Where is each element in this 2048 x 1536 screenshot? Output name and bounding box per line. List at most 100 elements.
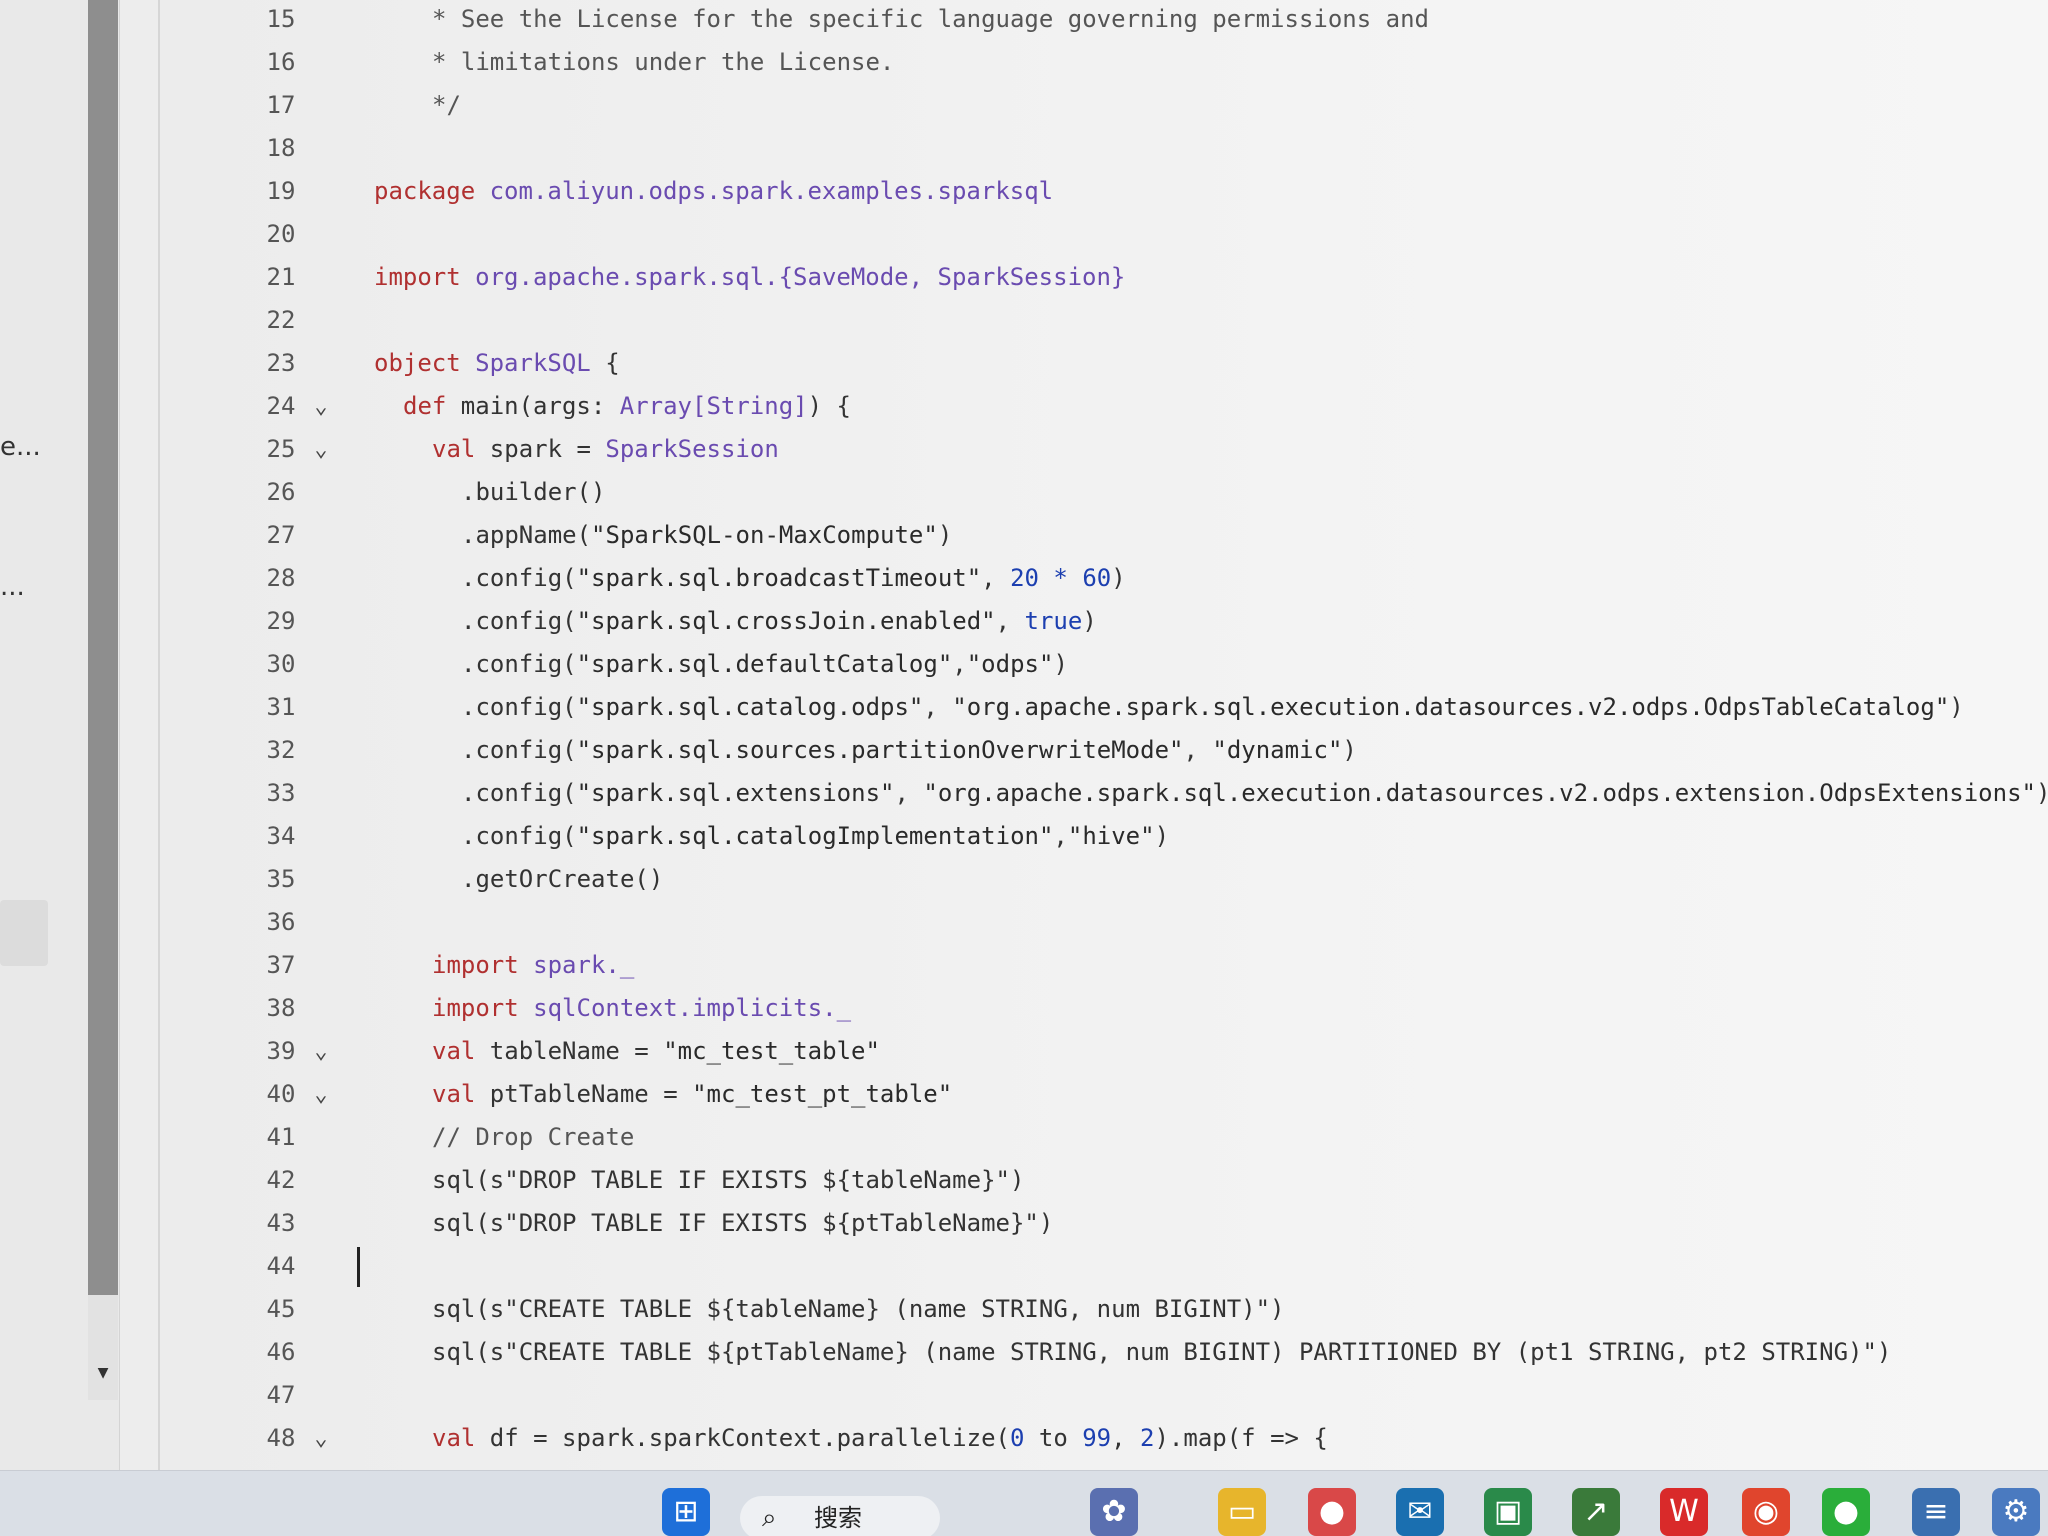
code-token: * See the License for the specific langu… xyxy=(432,5,1429,33)
chart-app-icon[interactable]: ↗ xyxy=(1572,1488,1620,1536)
line-number: 38 xyxy=(266,994,296,1022)
windows-start-icon[interactable]: ⊞ xyxy=(662,1488,710,1536)
code-token: to xyxy=(1024,1424,1083,1452)
code-line[interactable]: 24 ⌄ def main(args: Array[String]) { xyxy=(160,385,2048,428)
code-line[interactable]: 47 xyxy=(160,1374,2048,1417)
code-token: sql(s"DROP TABLE IF EXISTS ${ptTableName… xyxy=(432,1209,1054,1237)
code-token: "mc_test_pt_table" xyxy=(692,1080,953,1108)
code-line[interactable]: 44 xyxy=(160,1245,2048,1288)
code-line[interactable]: 36 xyxy=(160,901,2048,944)
code-line[interactable]: 32 .config("spark.sql.sources.partitionOv… xyxy=(160,729,2048,772)
code-token: , xyxy=(952,650,967,678)
code-text: */ xyxy=(432,84,461,127)
code-token: def xyxy=(403,392,461,420)
search-icon: ⌕ xyxy=(762,1503,777,1533)
code-token: ) xyxy=(1949,693,1964,721)
code-token: , xyxy=(923,693,953,721)
line-number: 22 xyxy=(266,306,296,334)
widget-icon[interactable]: ✿ xyxy=(1090,1488,1138,1536)
line-number: 37 xyxy=(266,951,296,979)
code-text: import sqlContext.implicits._ xyxy=(432,987,851,1030)
code-token: .config( xyxy=(461,779,577,807)
wps-icon[interactable]: W xyxy=(1660,1488,1708,1536)
fold-chevron-icon[interactable]: ⌄ xyxy=(306,428,336,471)
code-token: tableName = xyxy=(489,1037,664,1065)
line-number: 45 xyxy=(266,1295,296,1323)
code-text: object SparkSQL { xyxy=(374,342,620,385)
code-line[interactable]: 22 xyxy=(160,299,2048,342)
code-line[interactable]: 33 .config("spark.sql.extensions", "org.a… xyxy=(160,772,2048,815)
code-line[interactable]: 19 package com.aliyun.odps.spark.examples… xyxy=(160,170,2048,213)
code-line[interactable]: 48 ⌄ val df = spark.sparkContext.paralleli… xyxy=(160,1417,2048,1460)
code-line[interactable]: 16 * limitations under the License. xyxy=(160,41,2048,84)
code-line[interactable]: 27 .appName("SparkSQL-on-MaxCompute") xyxy=(160,514,2048,557)
code-text: .config("spark.sql.catalog.odps", "org.a… xyxy=(461,686,1964,729)
code-line[interactable]: 45 sql(s"CREATE TABLE ${tableName} (name … xyxy=(160,1288,2048,1331)
code-editor[interactable]: 15 * See the License for the specific lan… xyxy=(160,0,2048,1470)
code-line[interactable]: 41 // Drop Create xyxy=(160,1116,2048,1159)
line-number: 35 xyxy=(266,865,296,893)
line-number: 33 xyxy=(266,779,296,807)
code-line[interactable]: 15 * See the License for the specific lan… xyxy=(160,0,2048,41)
wechat-icon[interactable]: ● xyxy=(1822,1488,1870,1536)
code-token: */ xyxy=(432,91,461,119)
code-token: true xyxy=(1024,607,1083,635)
code-line[interactable]: 18 xyxy=(160,127,2048,170)
code-token: ) xyxy=(937,521,953,549)
code-line[interactable]: 34 .config("spark.sql.catalogImplementati… xyxy=(160,815,2048,858)
code-token: df = spark.sparkContext.parallelize( xyxy=(489,1424,1010,1452)
code-text: // Drop Create xyxy=(432,1116,634,1159)
code-text: sql(s"CREATE TABLE ${tableName} (name ST… xyxy=(432,1288,1285,1331)
code-line[interactable]: 43 sql(s"DROP TABLE IF EXISTS ${ptTableNa… xyxy=(160,1202,2048,1245)
sidebar-scrollbar-thumb[interactable] xyxy=(88,0,118,1295)
sidebar-item-truncated-2[interactable]: ... xyxy=(0,572,25,602)
fold-chevron-icon[interactable]: ⌄ xyxy=(306,1073,336,1116)
code-token: "dynamic" xyxy=(1212,736,1343,764)
settings-icon[interactable]: ⚙ xyxy=(1992,1488,2040,1536)
code-token: ) xyxy=(2036,779,2048,807)
code-line[interactable]: 17 */ xyxy=(160,84,2048,127)
fold-chevron-icon[interactable]: ⌄ xyxy=(306,1030,336,1073)
code-text: * See the License for the specific langu… xyxy=(432,0,1429,41)
sidebar-selected-item[interactable] xyxy=(0,900,48,966)
code-token: "spark.sql.extensions" xyxy=(576,779,895,807)
line-number: 17 xyxy=(266,91,296,119)
code-text: def main(args: Array[String]) { xyxy=(403,385,851,428)
code-token: "odps" xyxy=(966,650,1054,678)
code-line[interactable]: 37 import spark._ xyxy=(160,944,2048,987)
code-text: sql(s"DROP TABLE IF EXISTS ${tableName}"… xyxy=(432,1159,1024,1202)
code-line[interactable]: 42 sql(s"DROP TABLE IF EXISTS ${tableName… xyxy=(160,1159,2048,1202)
code-token: sqlContext.implicits._ xyxy=(533,994,852,1022)
pycharm-icon[interactable]: ▣ xyxy=(1484,1488,1532,1536)
code-text: val tableName = "mc_test_table" xyxy=(432,1030,880,1073)
code-token: "org.apache.spark.sql.execution.datasour… xyxy=(952,693,1950,721)
pin-app-icon[interactable]: ● xyxy=(1308,1488,1356,1536)
code-line[interactable]: 40 ⌄ val ptTableName = "mc_test_pt_table" xyxy=(160,1073,2048,1116)
code-line[interactable]: 23 object SparkSQL { xyxy=(160,342,2048,385)
line-number: 26 xyxy=(266,478,296,506)
fold-chevron-icon[interactable]: ⌄ xyxy=(306,385,336,428)
fold-chevron-icon[interactable]: ⌄ xyxy=(306,1417,336,1460)
code-line[interactable]: 21 import org.apache.spark.sql.{SaveMode,… xyxy=(160,256,2048,299)
line-number: 42 xyxy=(266,1166,296,1194)
scroll-down-arrow-icon[interactable]: ▼ xyxy=(90,1362,116,1386)
file-explorer-icon[interactable]: ▭ xyxy=(1218,1488,1266,1536)
line-number: 47 xyxy=(266,1381,296,1409)
code-line[interactable]: 30 .config("spark.sql.defaultCatalog","od… xyxy=(160,643,2048,686)
code-line[interactable]: 46 sql(s"CREATE TABLE ${ptTableName} (nam… xyxy=(160,1331,2048,1374)
code-line[interactable]: 20 xyxy=(160,213,2048,256)
code-line[interactable]: 25 ⌄ val spark = SparkSession xyxy=(160,428,2048,471)
notepad-icon[interactable]: ≡ xyxy=(1912,1488,1960,1536)
code-line[interactable]: 31 .config("spark.sql.catalog.odps", "org… xyxy=(160,686,2048,729)
code-line[interactable]: 38 import sqlContext.implicits._ xyxy=(160,987,2048,1030)
code-token: ptTableName = xyxy=(489,1080,693,1108)
code-line[interactable]: 28 .config("spark.sql.broadcastTimeout", … xyxy=(160,557,2048,600)
sidebar-item-truncated-1[interactable]: e... xyxy=(0,432,41,462)
mail-app-icon[interactable]: ✉ xyxy=(1396,1488,1444,1536)
code-line[interactable]: 35 .getOrCreate() xyxy=(160,858,2048,901)
code-line[interactable]: 29 .config("spark.sql.crossJoin.enabled",… xyxy=(160,600,2048,643)
code-line[interactable]: 39 ⌄ val tableName = "mc_test_table" xyxy=(160,1030,2048,1073)
code-line[interactable]: 26 .builder() xyxy=(160,471,2048,514)
taskbar-search[interactable]: ⌕ 搜索 xyxy=(740,1496,940,1536)
chrome-icon[interactable]: ◉ xyxy=(1742,1488,1790,1536)
